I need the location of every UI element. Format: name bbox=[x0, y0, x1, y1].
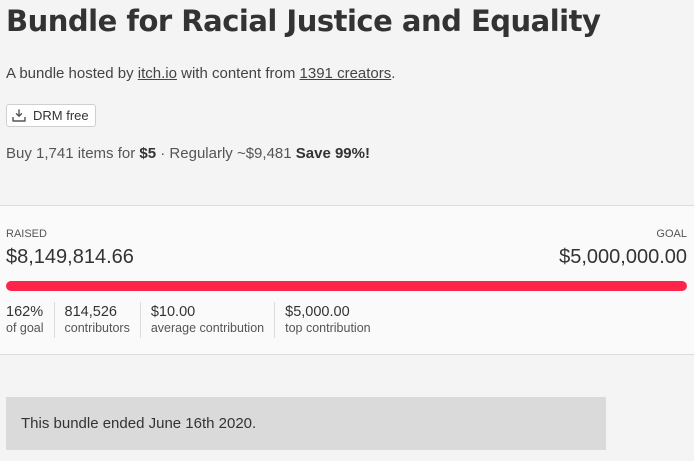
stat-label: average contribution bbox=[150, 321, 265, 335]
stat-average-contribution: $10.00 average contribution bbox=[139, 302, 274, 338]
stat-label: of goal bbox=[6, 321, 44, 335]
raised-label: RAISED bbox=[6, 228, 47, 240]
goal-amount: $5,000,000.00 bbox=[559, 246, 687, 268]
bundle-price: $5 bbox=[139, 145, 157, 162]
savings-text: Save 99%! bbox=[295, 145, 370, 162]
host-middle: with content from bbox=[176, 65, 300, 82]
stat-columns: 162% of goal 814,526 contributors $10.00… bbox=[6, 302, 381, 338]
progress-fill bbox=[6, 281, 687, 291]
stats-panel: RAISED $8,149,814.66 GOAL $5,000,000.00 … bbox=[0, 205, 694, 355]
raised-amount: $8,149,814.66 bbox=[6, 246, 134, 268]
price-line: Buy 1,741 items for $5 · Regularly ~$9,4… bbox=[6, 145, 370, 162]
stat-contributors: 814,526 contributors bbox=[53, 302, 140, 338]
regular-price: · Regularly ~$9,481 bbox=[156, 145, 296, 162]
host-suffix: . bbox=[391, 65, 396, 82]
host-prefix: A bundle hosted by bbox=[6, 65, 138, 82]
drm-free-badge: DRM free bbox=[6, 104, 96, 127]
stat-label: contributors bbox=[64, 321, 130, 335]
itch-io-link[interactable]: itch.io bbox=[138, 65, 177, 82]
stat-value: $5,000.00 bbox=[285, 304, 350, 320]
host-line: A bundle hosted by itch.io with content … bbox=[6, 65, 395, 82]
drm-label: DRM free bbox=[33, 108, 89, 123]
download-icon bbox=[11, 108, 27, 123]
bundle-ended-notice: This bundle ended June 16th 2020. bbox=[6, 397, 606, 450]
stat-label: top contribution bbox=[285, 321, 371, 335]
stat-value: $10.00 bbox=[150, 304, 196, 320]
stat-value: 162% bbox=[6, 304, 44, 320]
bundle-page: Bundle for Racial Justice and Equality A… bbox=[0, 0, 694, 461]
progress-bar bbox=[6, 281, 687, 291]
page-title: Bundle for Racial Justice and Equality bbox=[6, 4, 601, 38]
stat-value: 814,526 bbox=[64, 304, 117, 320]
price-prefix: Buy 1,741 items for bbox=[6, 145, 140, 162]
stat-of-goal: 162% of goal bbox=[6, 302, 54, 338]
stat-top-contribution: $5,000.00 top contribution bbox=[274, 302, 380, 338]
goal-label: GOAL bbox=[656, 228, 687, 240]
creators-link[interactable]: 1391 creators bbox=[300, 65, 392, 82]
